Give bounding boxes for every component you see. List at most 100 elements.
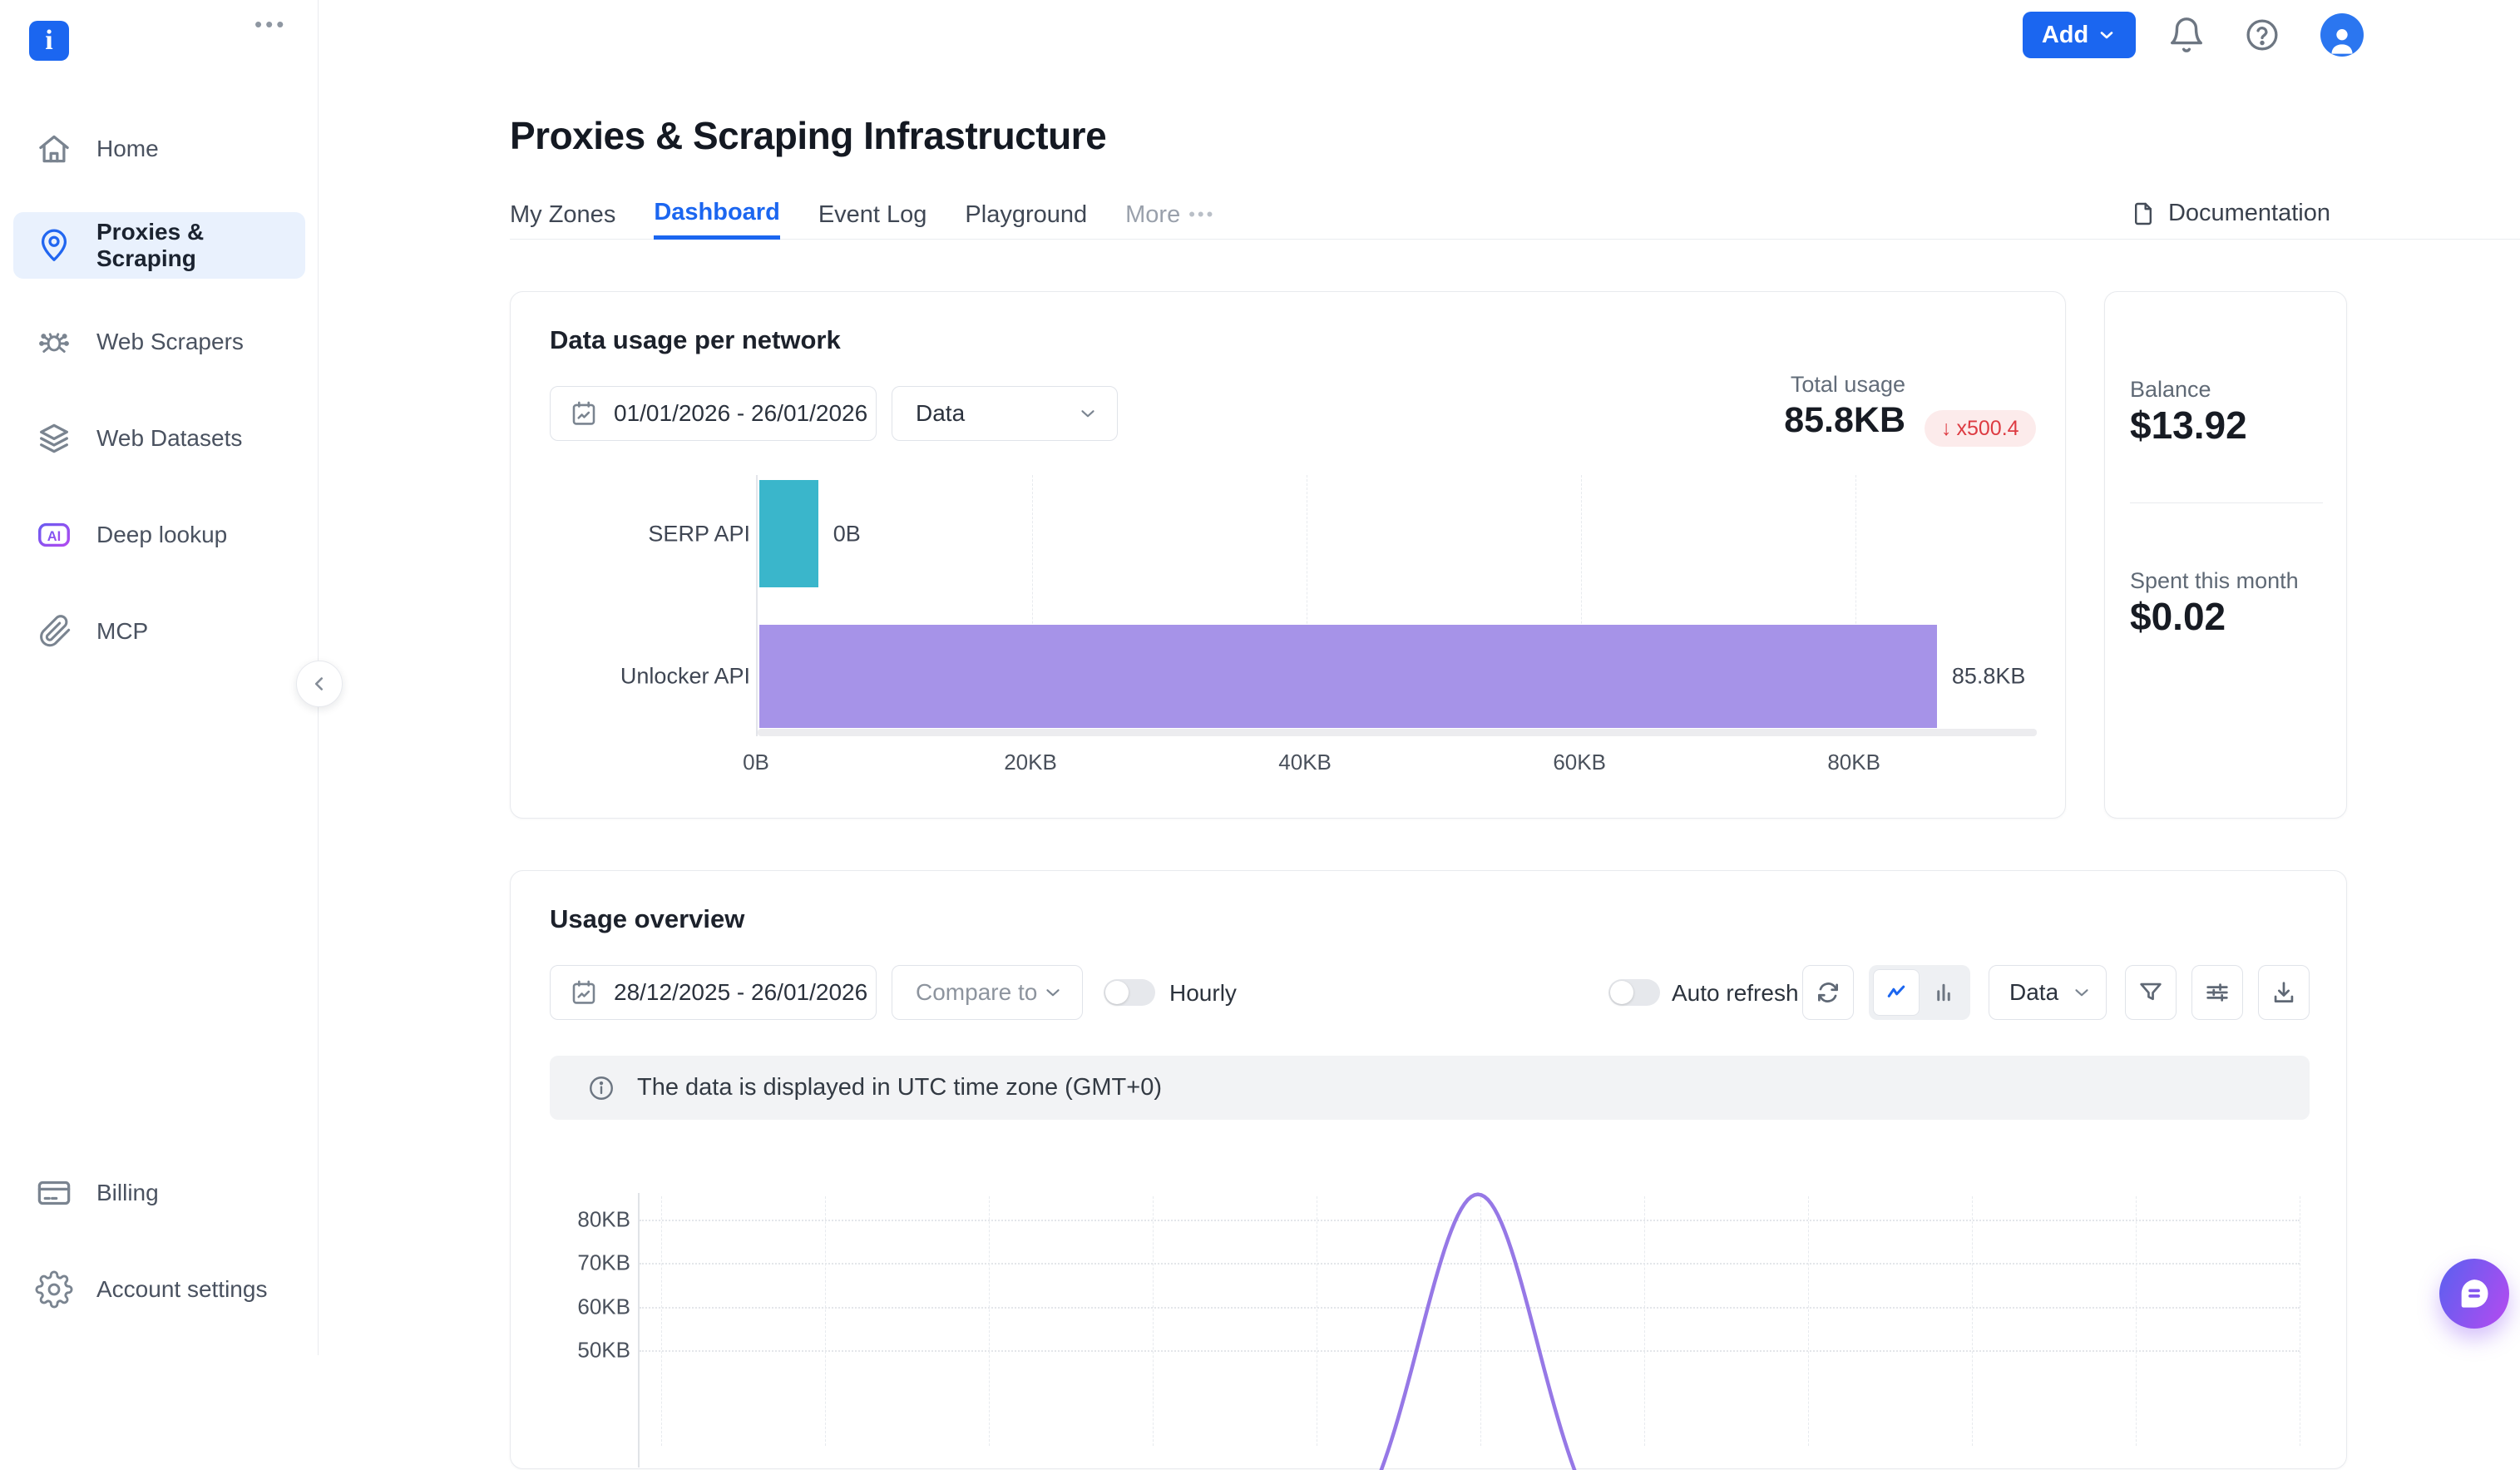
data-usage-card-title: Data usage per network	[550, 325, 841, 355]
spent-this-month-label: Spent this month	[2130, 568, 2299, 594]
sidebar-item-label: Web Datasets	[96, 425, 242, 452]
chevron-down-icon	[1077, 403, 1099, 424]
refresh-button[interactable]	[1802, 965, 1854, 1020]
usage-data-dropdown[interactable]: Data	[1989, 965, 2107, 1020]
sidebar-collapse-button[interactable]	[296, 661, 343, 707]
sidebar-item-mcp[interactable]: MCP	[13, 598, 305, 665]
sidebar-footer-nav: Billing Account settings	[0, 1160, 319, 1323]
date-range-picker[interactable]: 01/01/2026 - 26/01/2026	[550, 386, 877, 441]
x-axis-tick: 0B	[743, 750, 769, 775]
toggle-knob	[1105, 981, 1129, 1004]
sidebar-item-web-scrapers[interactable]: Web Scrapers	[13, 309, 305, 375]
usage-line-series	[638, 1187, 2300, 1470]
document-icon	[2130, 200, 2157, 227]
chat-widget-button[interactable]	[2439, 1259, 2509, 1329]
bar-serp-api[interactable]	[759, 480, 818, 587]
sidebar-item-label: MCP	[96, 618, 148, 645]
compare-to-label: Compare to	[916, 979, 1037, 1006]
usage-change-value: x500.4	[1957, 417, 2019, 441]
usage-date-range-picker[interactable]: 28/12/2025 - 26/01/2026	[550, 965, 877, 1020]
x-axis-tick: 20KB	[1004, 750, 1057, 775]
line-chart-toggle[interactable]	[1873, 969, 1920, 1016]
x-axis-tick: 60KB	[1553, 750, 1606, 775]
sliders-icon	[2203, 978, 2231, 1007]
data-type-dropdown-value: Data	[916, 400, 965, 427]
tab-my-zones[interactable]: My Zones	[510, 190, 615, 240]
download-icon	[2270, 978, 2298, 1007]
gear-icon	[35, 1270, 73, 1309]
user-avatar[interactable]	[2320, 13, 2364, 57]
chevron-down-icon	[1042, 982, 1064, 1003]
data-usage-bar-chart: 0B85.8KB 0B20KB40KB60KB80KBSERP APIUnloc…	[511, 475, 2067, 791]
y-axis-tick: 60KB	[561, 1294, 630, 1319]
brand-logo[interactable]: i	[29, 21, 69, 61]
sidebar-item-label: Web Scrapers	[96, 329, 244, 355]
sidebar: i ••• Home Proxies & Scraping Web Scrapers…	[0, 0, 319, 1355]
y-axis-tick: 80KB	[561, 1207, 630, 1233]
balance-value: $13.92	[2130, 403, 2247, 448]
spent-this-month-value: $0.02	[2130, 594, 2226, 639]
hourly-toggle[interactable]	[1104, 979, 1155, 1006]
sidebar-item-label: Deep lookup	[96, 522, 227, 548]
bar-chart-plot-area: 0B 85.8KB	[756, 475, 2035, 736]
paperclip-icon	[35, 612, 73, 651]
bar-chart-icon	[1931, 980, 1956, 1005]
bar-value-label: 0B	[833, 521, 861, 547]
data-type-dropdown[interactable]: Data	[892, 386, 1118, 441]
bar-chart-toggle[interactable]	[1921, 969, 1966, 1016]
toggle-knob	[1610, 981, 1633, 1004]
usage-overview-title: Usage overview	[550, 904, 744, 934]
download-button[interactable]	[2258, 965, 2310, 1020]
funnel-icon	[2137, 978, 2165, 1007]
compare-to-dropdown[interactable]: Compare to	[892, 965, 1083, 1020]
chevron-down-icon	[2097, 25, 2117, 45]
sidebar-overflow-menu-icon[interactable]: •••	[254, 12, 287, 37]
auto-refresh-toggle[interactable]	[1608, 979, 1660, 1006]
tab-dashboard[interactable]: Dashboard	[654, 190, 779, 240]
chart-type-segmented-control	[1869, 965, 1970, 1020]
home-icon	[35, 130, 73, 168]
documentation-label: Documentation	[2168, 200, 2330, 227]
timezone-banner: The data is displayed in UTC time zone (…	[550, 1056, 2310, 1120]
ai-badge-icon: AI	[35, 516, 73, 554]
timezone-banner-text: The data is displayed in UTC time zone (…	[637, 1074, 1162, 1101]
tab-label: More	[1125, 201, 1180, 229]
info-icon	[587, 1074, 615, 1102]
sidebar-item-label: Account settings	[96, 1276, 267, 1303]
divider	[2130, 502, 2323, 503]
tab-playground[interactable]: Playground	[965, 190, 1087, 240]
sidebar-item-billing[interactable]: Billing	[13, 1160, 305, 1226]
sidebar-item-web-datasets[interactable]: Web Datasets	[13, 405, 305, 472]
bar-unlocker-api[interactable]	[759, 625, 1937, 728]
ellipsis-icon: •••	[1188, 204, 1215, 225]
tab-more[interactable]: More •••	[1125, 190, 1215, 240]
filter-button[interactable]	[2125, 965, 2177, 1020]
add-button-label: Add	[2042, 22, 2088, 49]
chevron-down-icon	[2071, 982, 2093, 1003]
refresh-icon	[1814, 978, 1842, 1007]
calendar-chart-icon	[569, 398, 599, 428]
add-button[interactable]: Add	[2023, 12, 2136, 58]
sidebar-item-proxies-scraping[interactable]: Proxies & Scraping	[13, 212, 305, 279]
sidebar-item-home[interactable]: Home	[13, 116, 305, 182]
usage-change-badge: ↓ x500.4	[1925, 410, 2036, 447]
help-icon[interactable]	[2244, 17, 2280, 53]
credit-card-icon	[35, 1174, 73, 1212]
tab-event-log[interactable]: Event Log	[818, 190, 927, 240]
chat-bubble-icon	[2455, 1274, 2493, 1313]
notifications-bell-icon[interactable]	[2167, 16, 2206, 54]
settings-sliders-button[interactable]	[2191, 965, 2243, 1020]
x-axis-tick: 40KB	[1278, 750, 1332, 775]
bar-value-label: 85.8KB	[1952, 664, 2026, 690]
sidebar-nav: Home Proxies & Scraping Web Scrapers Web Da…	[0, 116, 319, 665]
arrow-down-icon: ↓	[1941, 417, 1952, 441]
documentation-link[interactable]: Documentation	[2130, 200, 2330, 227]
tab-label: Event Log	[818, 201, 927, 229]
line-chart-icon	[1884, 980, 1909, 1005]
sidebar-item-account-settings[interactable]: Account settings	[13, 1256, 305, 1323]
sidebar-item-deep-lookup[interactable]: AI Deep lookup	[13, 502, 305, 568]
calendar-chart-icon	[569, 978, 599, 1007]
sidebar-item-label: Proxies & Scraping	[96, 219, 305, 272]
x-axis-track	[758, 729, 2037, 736]
date-range-value: 01/01/2026 - 26/01/2026	[614, 400, 867, 427]
